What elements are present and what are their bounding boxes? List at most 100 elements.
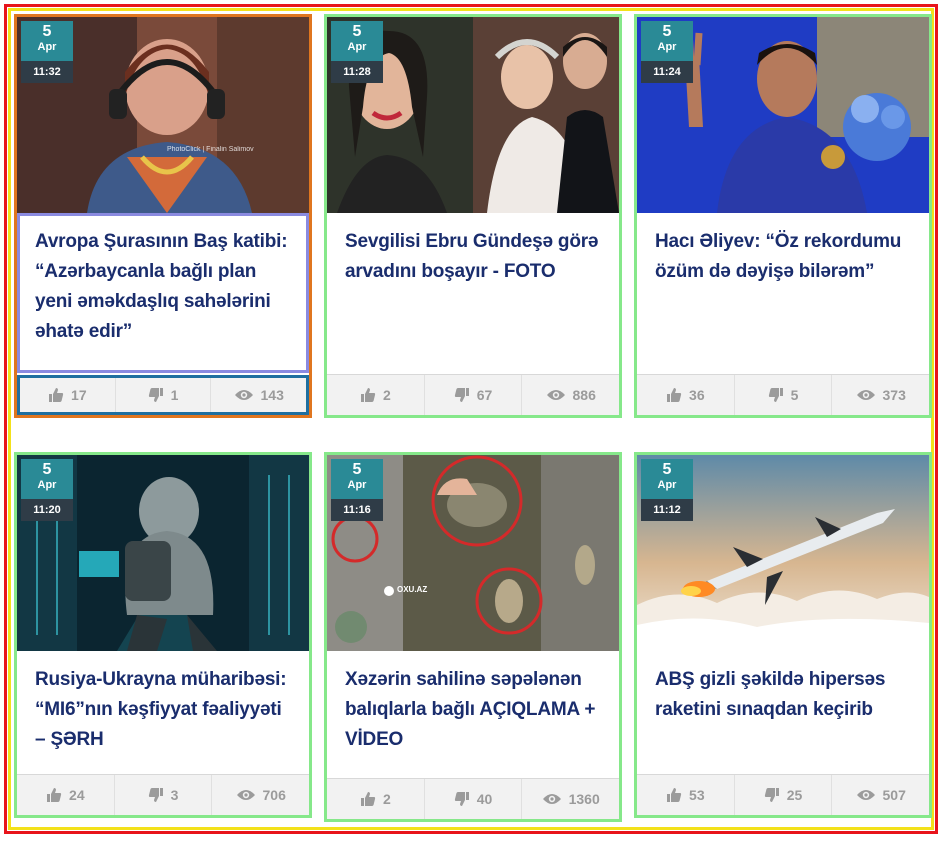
date-month: Apr — [657, 41, 677, 53]
news-card[interactable]: 5 Apr 11:20 Rusiya-Ukrayna müharibəsi: “… — [14, 452, 312, 818]
view-count: 507 — [882, 787, 906, 803]
news-title[interactable]: ABŞ gizli şəkildə hipersəs raketini sına… — [655, 665, 913, 725]
news-card[interactable]: OXU.AZ 5 Apr 11:16 Xəzərin sahilinə səpə… — [324, 452, 622, 822]
view-count: 886 — [572, 387, 596, 403]
like-button[interactable]: 2 — [327, 779, 425, 819]
view-count: 1360 — [568, 791, 600, 807]
date-day: 5 — [352, 23, 362, 40]
eye-icon — [542, 794, 561, 804]
views-stat: 507 — [832, 775, 929, 815]
date-badge: 5 Apr 11:24 — [641, 21, 693, 83]
date-day: 5 — [42, 23, 52, 40]
thumbs-up-icon — [667, 788, 682, 802]
publish-time: 11:28 — [331, 61, 383, 83]
eye-icon — [546, 390, 565, 400]
thumbs-down-icon — [148, 388, 163, 402]
dislike-button[interactable]: 67 — [425, 375, 523, 415]
thumbs-up-icon — [360, 792, 376, 806]
thumbs-up-icon — [49, 388, 64, 402]
news-thumbnail[interactable]: 5 Apr 11:20 — [17, 455, 309, 651]
stats-bar: 36 5 373 — [637, 374, 929, 415]
thumbs-down-icon — [148, 788, 163, 802]
view-count: 706 — [262, 787, 286, 803]
eye-icon — [234, 390, 253, 400]
dislike-count: 5 — [790, 387, 799, 403]
dislike-count: 3 — [170, 787, 179, 803]
eye-icon — [856, 390, 875, 400]
view-count: 373 — [882, 387, 906, 403]
thumbs-down-icon — [764, 788, 779, 802]
dislike-count: 25 — [786, 787, 803, 803]
like-button[interactable]: 53 — [637, 775, 735, 815]
like-button[interactable]: 36 — [637, 375, 735, 415]
date-badge: 5 Apr 11:16 — [331, 459, 383, 521]
views-stat: 706 — [212, 775, 309, 815]
dislike-count: 67 — [476, 387, 493, 403]
publish-time: 11:32 — [21, 61, 73, 83]
news-thumbnail[interactable]: OXU.AZ 5 Apr 11:16 — [327, 455, 619, 651]
news-card[interactable]: 5 Apr 11:28 Sevgilisi Ebru Gündeşə görə … — [324, 14, 622, 418]
news-title[interactable]: Rusiya-Ukrayna müharibəsi: “MI6”nın kəşf… — [35, 665, 293, 755]
views-stat: 886 — [522, 375, 619, 415]
news-title[interactable]: Xəzərin sahilinə səpələnən balıqlarla ba… — [345, 665, 603, 755]
thumbs-down-icon — [454, 792, 469, 806]
news-thumbnail[interactable]: PhotoClick | Finalin Salimov 5 Apr 11:32 — [17, 17, 309, 213]
like-button[interactable]: 24 — [17, 775, 115, 815]
views-stat: 373 — [832, 375, 929, 415]
thumbs-down-icon — [454, 388, 469, 402]
stats-bar: 24 3 706 — [17, 774, 309, 815]
news-title[interactable]: Avropa Şurasının Baş katibi: “Azərbaycan… — [35, 227, 292, 347]
title-box[interactable]: Rusiya-Ukrayna müharibəsi: “MI6”nın kəşf… — [17, 651, 309, 775]
title-box[interactable]: Xəzərin sahilinə səpələnən balıqlarla ba… — [327, 651, 619, 779]
dislike-count: 1 — [170, 387, 179, 403]
stats-bar: 2 67 886 — [327, 374, 619, 415]
title-box[interactable]: Sevgilisi Ebru Gündeşə görə arvadını boş… — [327, 213, 619, 373]
like-button[interactable]: 17 — [20, 378, 116, 412]
views-stat: 143 — [211, 378, 306, 412]
news-thumbnail[interactable]: 5 Apr 11:24 — [637, 17, 929, 213]
news-card[interactable]: 5 Apr 11:24 Hacı Əliyev: “Öz rekordumu ö… — [634, 14, 932, 418]
date-badge: 5 Apr 11:12 — [641, 459, 693, 521]
publish-time: 11:20 — [21, 499, 73, 521]
thumbs-down-icon — [768, 388, 783, 402]
dislike-button[interactable]: 40 — [425, 779, 523, 819]
date-month: Apr — [657, 479, 677, 491]
news-title[interactable]: Hacı Əliyev: “Öz rekordumu özüm də dəyiş… — [655, 227, 913, 287]
dislike-button[interactable]: 3 — [115, 775, 213, 815]
eye-icon — [856, 790, 875, 800]
news-thumbnail[interactable]: 5 Apr 11:12 — [637, 455, 929, 651]
news-card[interactable]: PhotoClick | Finalin Salimov 5 Apr 11:32… — [14, 14, 312, 418]
date-day: 5 — [352, 461, 362, 478]
dislike-button[interactable]: 5 — [735, 375, 833, 415]
date-month: Apr — [37, 41, 57, 53]
like-button[interactable]: 2 — [327, 375, 425, 415]
date-badge: 5 Apr 11:32 — [21, 21, 73, 83]
like-count: 53 — [689, 787, 705, 803]
news-title[interactable]: Sevgilisi Ebru Gündeşə görə arvadını boş… — [345, 227, 603, 287]
stats-bar: 17 1 143 — [17, 375, 309, 415]
publish-time: 11:12 — [641, 499, 693, 521]
like-count: 24 — [69, 787, 85, 803]
news-card[interactable]: 5 Apr 11:12 ABŞ gizli şəkildə hipersəs r… — [634, 452, 932, 818]
views-stat: 1360 — [522, 779, 619, 819]
publish-time: 11:16 — [331, 499, 383, 521]
like-count: 36 — [689, 387, 705, 403]
stats-bar: 53 25 507 — [637, 774, 929, 815]
thumbs-up-icon — [47, 788, 62, 802]
news-thumbnail[interactable]: 5 Apr 11:28 — [327, 17, 619, 213]
photo-watermark: PhotoClick | Finalin Salimov — [167, 146, 254, 153]
view-count: 143 — [260, 387, 284, 403]
date-day: 5 — [662, 461, 672, 478]
dislike-button[interactable]: 25 — [735, 775, 833, 815]
title-box[interactable]: Hacı Əliyev: “Öz rekordumu özüm də dəyiş… — [637, 213, 929, 373]
thumbs-up-icon — [667, 388, 682, 402]
date-badge: 5 Apr 11:28 — [331, 21, 383, 83]
date-badge: 5 Apr 11:20 — [21, 459, 73, 521]
like-count: 2 — [382, 791, 391, 807]
title-box[interactable]: ABŞ gizli şəkildə hipersəs raketini sına… — [637, 651, 929, 775]
title-box[interactable]: Avropa Şurasının Baş katibi: “Azərbaycan… — [17, 213, 309, 373]
dislike-button[interactable]: 1 — [116, 378, 212, 412]
date-day: 5 — [42, 461, 52, 478]
thumbs-up-icon — [360, 388, 376, 402]
dislike-count: 40 — [476, 791, 493, 807]
